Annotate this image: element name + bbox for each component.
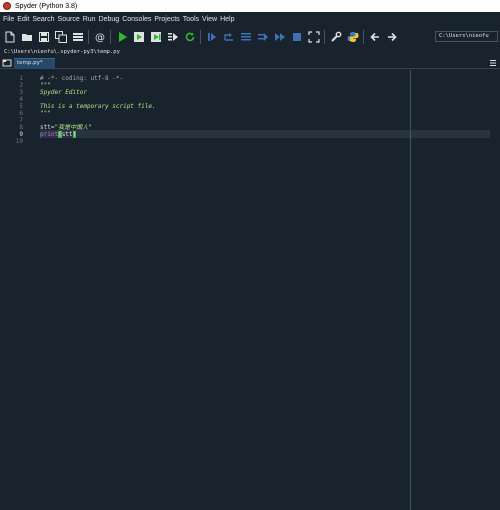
step-return-icon[interactable] [256,31,269,44]
at-icon[interactable]: @ [93,31,106,44]
line-number-active: 9 [19,131,23,138]
current-line-highlight [40,130,490,138]
menu-consoles[interactable]: Consoles [122,16,151,23]
toolbar-separator [88,30,89,44]
rerun-icon[interactable] [183,31,196,44]
string-token: "我是中国人" [54,124,92,131]
line-number: 10 [15,138,23,145]
menu-run[interactable]: Run [83,16,96,23]
menu-search[interactable]: Search [32,16,54,23]
spyder-logo-icon [3,2,11,10]
edge-line [410,70,411,510]
editor-tab-bar: temp.py* [0,57,500,69]
matched-bracket: ) [72,131,77,138]
save-icon[interactable] [37,31,50,44]
run-selection-icon[interactable] [166,31,179,44]
toolbar-separator [324,30,325,44]
code-editor[interactable]: 1 2 3 4 5 6 7 8 9 10 # -*- coding: utf-8… [0,70,500,510]
maximize-icon[interactable] [307,31,320,44]
code-line-9: print(stt) [40,131,77,138]
code-line-2: """ [40,82,51,89]
continue-icon[interactable] [273,31,286,44]
svg-text:@: @ [95,33,105,44]
line-number: 4 [19,96,23,103]
code-line-5: This is a temporary script file. [40,103,156,110]
menu-edit[interactable]: Edit [17,16,29,23]
open-folder-icon[interactable] [20,31,33,44]
browse-tabs-icon[interactable] [2,58,12,68]
line-number: 8 [19,124,23,131]
menu-view[interactable]: View [202,16,217,23]
toolbar-separator [110,30,111,44]
line-number: 1 [19,75,23,82]
code-line-8: stt="我是中国人" [40,124,92,131]
run-cell-icon[interactable] [132,31,145,44]
title-bar: Spyder (Python 3.8) [0,0,500,12]
wrench-icon[interactable] [329,31,342,44]
toolbar: @ [0,27,500,47]
tab-temp-py[interactable]: temp.py* [14,58,55,69]
back-arrow-icon[interactable] [368,31,381,44]
line-number-gutter: 1 2 3 4 5 6 7 8 9 10 [0,70,38,510]
argument-token: stt [61,131,73,138]
working-directory-field[interactable]: C:\Users\nieofu [435,31,498,42]
code-line-3: Spyder Editor [40,89,87,96]
code-line-6: """ [40,110,51,117]
menu-bar: File Edit Search Source Run Debug Consol… [0,12,500,26]
toolbar-separator [200,30,201,44]
list-icon[interactable] [71,31,84,44]
menu-file[interactable]: File [3,16,14,23]
line-number: 6 [19,110,23,117]
run-icon[interactable] [115,31,128,44]
new-file-icon[interactable] [3,31,16,44]
line-number: 3 [19,89,23,96]
code-line-1: # -*- coding: utf-8 -*- [40,75,124,82]
forward-arrow-icon[interactable] [385,31,398,44]
vertical-scrollbar[interactable] [494,70,499,510]
step-into-icon[interactable] [239,31,252,44]
python-icon[interactable] [346,31,359,44]
window-title: Spyder (Python 3.8) [15,2,78,10]
menu-tools[interactable]: Tools [183,16,199,23]
file-path-label: C:\Users\nieofu\.spyder-py3\temp.py [0,47,500,57]
save-all-icon[interactable] [54,31,67,44]
variable-token: stt [40,124,51,131]
debug-icon[interactable] [205,31,218,44]
menu-debug[interactable]: Debug [99,16,120,23]
toolbar-separator [363,30,364,44]
step-icon[interactable] [222,31,235,44]
menu-help[interactable]: Help [220,16,234,23]
line-number: 7 [19,117,23,124]
line-number: 2 [19,82,23,89]
options-menu-icon[interactable] [489,58,497,68]
code-area[interactable]: # -*- coding: utf-8 -*- """ Spyder Edito… [40,70,495,510]
line-number: 5 [19,103,23,110]
menu-source[interactable]: Source [58,16,80,23]
run-cell-advance-icon[interactable] [149,31,162,44]
builtin-token: print [40,131,59,138]
menu-projects[interactable]: Projects [154,16,179,23]
stop-icon[interactable] [290,31,303,44]
